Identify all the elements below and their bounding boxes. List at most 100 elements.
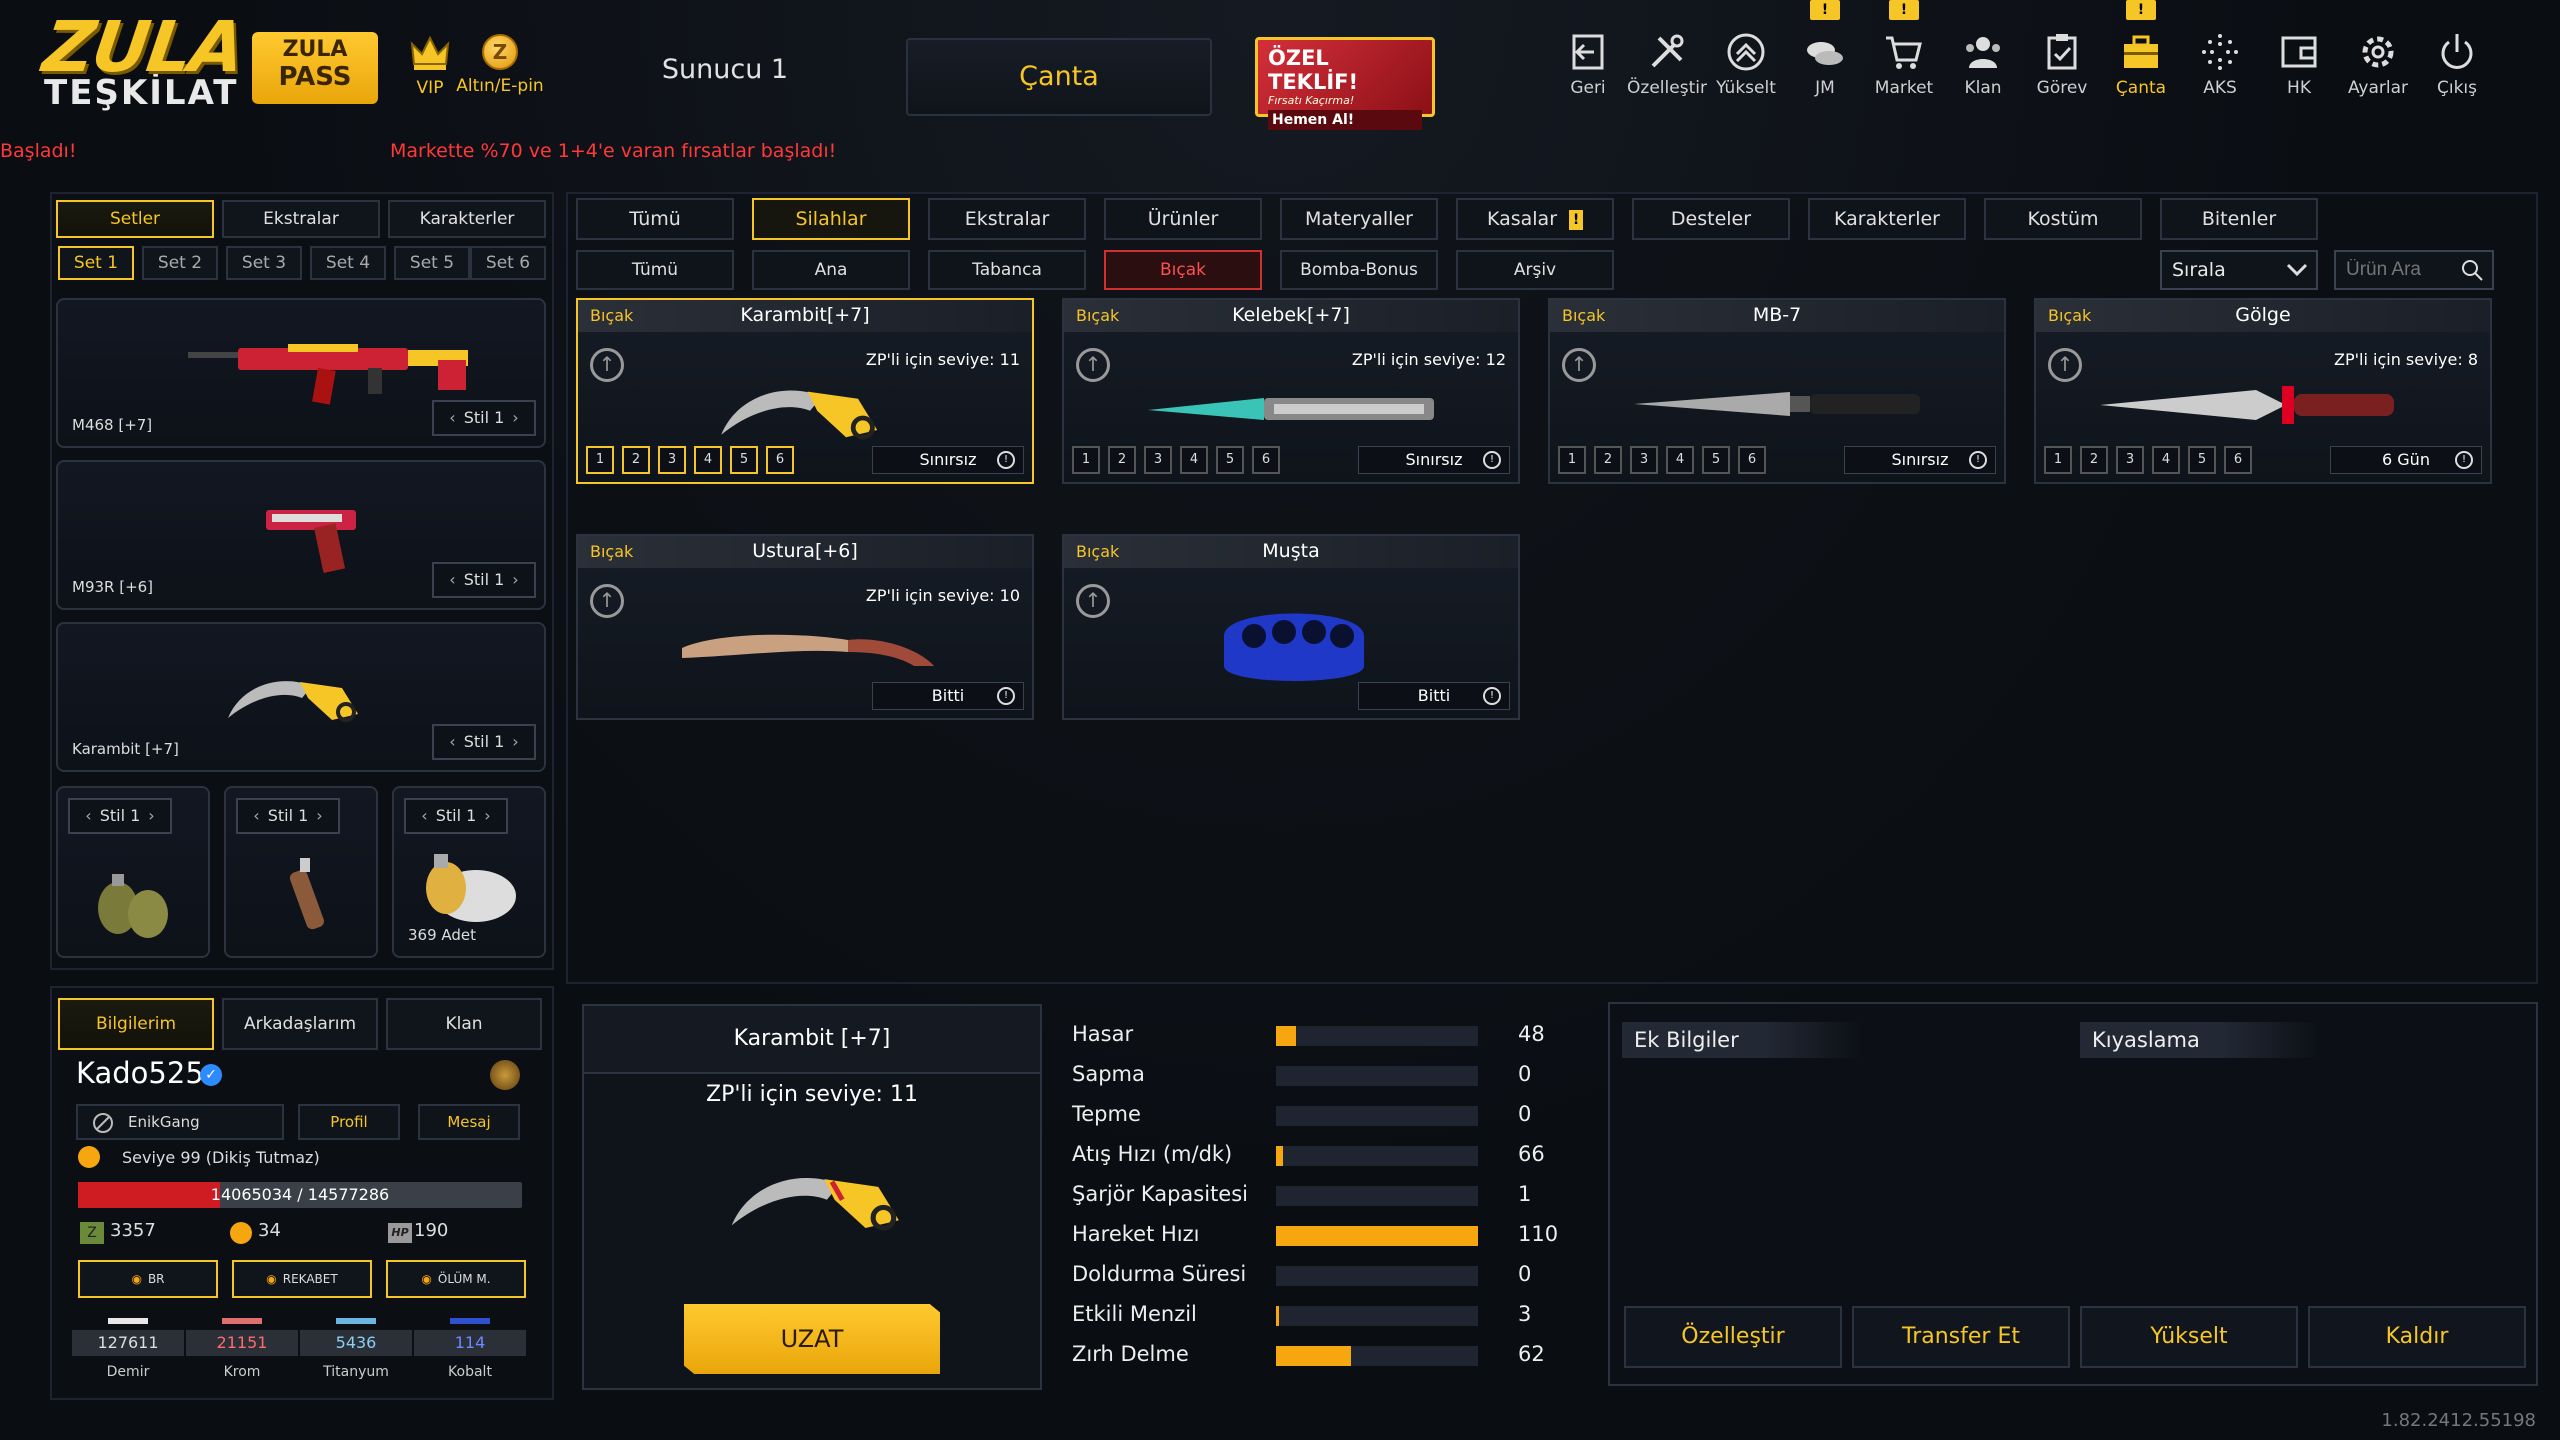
upgrade-level-slot[interactable]: 5	[2188, 446, 2216, 474]
rekabet-rank-button[interactable]: ◉ REKABET	[232, 1260, 372, 1298]
upgrade-level-slot[interactable]: 5	[1702, 446, 1730, 474]
inventory-card[interactable]: Bıçak Kelebek[+7] ↑ ZP'li için seviye: 12 1 2…	[1062, 298, 1520, 484]
nav-jm[interactable]: ! JM	[1785, 0, 1865, 110]
inventory-card[interactable]: Bıçak MB-7 ↑ 1 2 3 4 5 6 Sınırsız!	[1548, 298, 2006, 484]
upgrade-level-slot[interactable]: 4	[694, 446, 722, 474]
upgrade-level-slot[interactable]: 6	[1252, 446, 1280, 474]
tab-bilgilerim[interactable]: Bilgilerim	[58, 998, 214, 1050]
stil-selector[interactable]: ‹ Stil 1 ›	[432, 562, 536, 598]
nav-geri[interactable]: Geri	[1548, 30, 1628, 110]
upgrade-arrow-icon[interactable]: ↑	[1076, 584, 1110, 618]
tab-bitenler[interactable]: Bitenler	[2160, 198, 2318, 240]
upgrade-level-slot[interactable]: 3	[658, 446, 686, 474]
upgrade-level-slot[interactable]: 4	[2152, 446, 2180, 474]
kaldir-button[interactable]: Kaldır	[2308, 1306, 2526, 1368]
nav-market[interactable]: ! Market	[1864, 0, 1944, 110]
set-tab-2[interactable]: Set 2	[142, 246, 218, 280]
nav-ozellestir[interactable]: Özelleştir	[1627, 30, 1707, 110]
inventory-card[interactable]: Bıçak Gölge ↑ ZP'li için seviye: 81234566 G…	[2034, 298, 2492, 484]
upgrade-level-slot[interactable]: 3	[2116, 446, 2144, 474]
nav-canta[interactable]: ! Çanta	[2101, 0, 2181, 110]
upgrade-level-slot[interactable]: 2	[1108, 446, 1136, 474]
upgrade-level-slot[interactable]: 5	[1216, 446, 1244, 474]
inventory-card[interactable]: Bıçak Ustura[+6] ↑ ZP'li için seviye: 10 Bit…	[576, 534, 1034, 720]
tab-ekstralar[interactable]: Ekstralar	[222, 200, 380, 238]
upgrade-level-slot[interactable]: 6	[766, 446, 794, 474]
subtab-tabanca[interactable]: Tabanca	[928, 250, 1086, 290]
tab-ekstralar[interactable]: Ekstralar	[928, 198, 1086, 240]
subtab-arsiv[interactable]: Arşiv	[1456, 250, 1614, 290]
tab-arkadaslarim[interactable]: Arkadaşlarım	[222, 998, 378, 1050]
inventory-card[interactable]: Bıçak Muşta ↑ Bitti!	[1062, 534, 1520, 720]
tab-silahlar[interactable]: Silahlar	[752, 198, 910, 240]
stil-selector[interactable]: ‹ Stil 1 ›	[68, 798, 172, 834]
special-offer-banner[interactable]: ÖZEL TEKLİF! Fırsatı Kaçırma! Hemen Al!	[1255, 37, 1435, 130]
upgrade-level-slot[interactable]: 6	[1738, 446, 1766, 474]
tab-karakterler[interactable]: Karakterler	[1808, 198, 1966, 240]
set-tab-3[interactable]: Set 3	[226, 246, 302, 280]
nav-cikis[interactable]: Çıkış	[2417, 30, 2497, 110]
profil-button[interactable]: Profil	[298, 1104, 400, 1140]
subtab-ana[interactable]: Ana	[752, 250, 910, 290]
subtab-tumu[interactable]: Tümü	[576, 250, 734, 290]
set-tab-4[interactable]: Set 4	[310, 246, 386, 280]
upgrade-level-slot[interactable]: 1	[2044, 446, 2072, 474]
upgrade-level-slot[interactable]: 4	[1180, 446, 1208, 474]
nav-hk[interactable]: HK	[2259, 30, 2339, 110]
clan-name-button[interactable]: EnikGang	[76, 1104, 284, 1140]
set-tab-5[interactable]: Set 5	[394, 246, 470, 280]
upgrade-level-slot[interactable]: 5	[730, 446, 758, 474]
stil-selector[interactable]: ‹ Stil 1 ›	[404, 798, 508, 834]
tab-materyaller[interactable]: Materyaller	[1280, 198, 1438, 240]
search-icon[interactable]	[2460, 258, 2484, 282]
mesaj-button[interactable]: Mesaj	[418, 1104, 520, 1140]
upgrade-arrow-icon[interactable]: ↑	[590, 348, 624, 382]
upgrade-level-slot[interactable]: 3	[1630, 446, 1658, 474]
sort-dropdown[interactable]: Sırala	[2160, 250, 2318, 290]
tab-setler[interactable]: Setler	[56, 200, 214, 238]
upgrade-level-slot[interactable]: 3	[1144, 446, 1172, 474]
tab-urunler[interactable]: Ürünler	[1104, 198, 1262, 240]
upgrade-level-slot[interactable]: 4	[1666, 446, 1694, 474]
upgrade-arrow-icon[interactable]: ↑	[1562, 348, 1596, 382]
upgrade-level-slot[interactable]: 1	[1072, 446, 1100, 474]
vip-button[interactable]: VIP	[400, 34, 460, 98]
upgrade-arrow-icon[interactable]: ↑	[1076, 348, 1110, 382]
set-tab-1[interactable]: Set 1	[58, 246, 134, 280]
tab-klan[interactable]: Klan	[386, 998, 542, 1050]
subtab-bomba-bonus[interactable]: Bomba-Bonus	[1280, 250, 1438, 290]
upgrade-arrow-icon[interactable]: ↑	[590, 584, 624, 618]
set-tab-6[interactable]: Set 6	[470, 246, 546, 280]
olum-rank-button[interactable]: ◉ ÖLÜM M.	[386, 1260, 526, 1298]
zula-pass-button[interactable]: ZULA PASS	[252, 32, 378, 104]
tab-tumu[interactable]: Tümü	[576, 198, 734, 240]
nav-gorev[interactable]: Görev	[2022, 30, 2102, 110]
upgrade-level-slot[interactable]: 1	[1558, 446, 1586, 474]
upgrade-level-slot[interactable]: 6	[2224, 446, 2252, 474]
altin-epin-button[interactable]: Z Altın/E-pin	[455, 34, 545, 96]
ozellestir-button[interactable]: Özelleştir	[1624, 1306, 1842, 1368]
nav-aks[interactable]: AKS	[2180, 30, 2260, 110]
stil-selector[interactable]: ‹ Stil 1 ›	[432, 400, 536, 436]
yukselt-button[interactable]: Yükselt	[2080, 1306, 2298, 1368]
transfer-et-button[interactable]: Transfer Et	[1852, 1306, 2070, 1368]
subtab-bicak[interactable]: Bıçak	[1104, 250, 1262, 290]
upgrade-level-slot[interactable]: 2	[622, 446, 650, 474]
upgrade-level-slot[interactable]: 2	[1594, 446, 1622, 474]
uzat-button[interactable]: UZAT	[684, 1304, 940, 1374]
nav-klan[interactable]: Klan	[1943, 30, 2023, 110]
tab-kasalar[interactable]: Kasalar!	[1456, 198, 1614, 240]
tab-desteler[interactable]: Desteler	[1632, 198, 1790, 240]
nav-yukselt[interactable]: Yükselt	[1706, 30, 1786, 110]
server-label[interactable]: Sunucu 1	[640, 54, 810, 85]
upgrade-level-slot[interactable]: 2	[2080, 446, 2108, 474]
nav-ayarlar[interactable]: Ayarlar	[2338, 30, 2418, 110]
stil-selector[interactable]: ‹ Stil 1 ›	[432, 724, 536, 760]
tab-karakterler[interactable]: Karakterler	[388, 200, 546, 238]
stil-selector[interactable]: ‹ Stil 1 ›	[236, 798, 340, 834]
br-rank-button[interactable]: ◉ BR	[78, 1260, 218, 1298]
inventory-card[interactable]: Bıçak Karambit[+7] ↑ ZP'li için seviye: 11 1…	[576, 298, 1034, 484]
upgrade-level-slot[interactable]: 1	[586, 446, 614, 474]
upgrade-arrow-icon[interactable]: ↑	[2048, 348, 2082, 382]
tab-kostum[interactable]: Kostüm	[1984, 198, 2142, 240]
